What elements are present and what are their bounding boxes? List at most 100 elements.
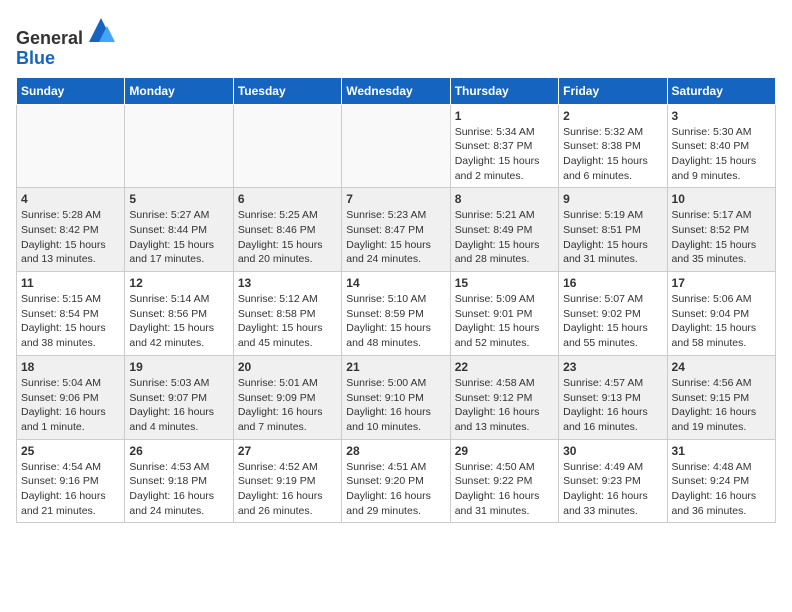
day-number: 13: [238, 276, 337, 290]
calendar-cell: 18 Sunrise: 5:04 AM Sunset: 9:06 PM Dayli…: [17, 355, 125, 439]
day-info: Sunrise: 5:09 AM Sunset: 9:01 PM Dayligh…: [455, 292, 554, 351]
day-number: 5: [129, 192, 228, 206]
week-row-4: 18 Sunrise: 5:04 AM Sunset: 9:06 PM Dayli…: [17, 355, 776, 439]
day-info: Sunrise: 5:34 AM Sunset: 8:37 PM Dayligh…: [455, 125, 554, 184]
logo-blue: Blue: [16, 48, 55, 68]
calendar-cell: 20 Sunrise: 5:01 AM Sunset: 9:09 PM Dayli…: [233, 355, 341, 439]
day-info: Sunrise: 5:25 AM Sunset: 8:46 PM Dayligh…: [238, 208, 337, 267]
day-info: Sunrise: 5:14 AM Sunset: 8:56 PM Dayligh…: [129, 292, 228, 351]
day-info: Sunrise: 5:07 AM Sunset: 9:02 PM Dayligh…: [563, 292, 662, 351]
calendar-cell: 10Sunrise: 5:17 AM Sunset: 8:52 PM Dayli…: [667, 188, 775, 272]
day-info: Sunrise: 5:17 AM Sunset: 8:52 PM Dayligh…: [672, 208, 771, 267]
calendar-cell: 16 Sunrise: 5:07 AM Sunset: 9:02 PM Dayli…: [559, 272, 667, 356]
calendar-table: SundayMondayTuesdayWednesdayThursdayFrid…: [16, 77, 776, 524]
day-info: Sunrise: 4:51 AM Sunset: 9:20 PM Dayligh…: [346, 460, 445, 519]
day-number: 7: [346, 192, 445, 206]
day-number: 9: [563, 192, 662, 206]
day-number: 29: [455, 444, 554, 458]
weekday-header-friday: Friday: [559, 77, 667, 104]
day-number: 4: [21, 192, 120, 206]
day-info: Sunrise: 5:21 AM Sunset: 8:49 PM Dayligh…: [455, 208, 554, 267]
week-row-3: 11 Sunrise: 5:15 AM Sunset: 8:54 PM Dayli…: [17, 272, 776, 356]
weekday-header-thursday: Thursday: [450, 77, 558, 104]
day-number: 14: [346, 276, 445, 290]
day-number: 31: [672, 444, 771, 458]
calendar-cell: [342, 104, 450, 188]
day-number: 17: [672, 276, 771, 290]
calendar-cell: 30Sunrise: 4:49 AM Sunset: 9:23 PM Dayli…: [559, 439, 667, 523]
day-number: 24: [672, 360, 771, 374]
day-number: 8: [455, 192, 554, 206]
calendar-cell: 4 Sunrise: 5:28 AM Sunset: 8:42 PM Daylig…: [17, 188, 125, 272]
day-number: 6: [238, 192, 337, 206]
calendar-cell: 17 Sunrise: 5:06 AM Sunset: 9:04 PM Dayli…: [667, 272, 775, 356]
day-info: Sunrise: 5:15 AM Sunset: 8:54 PM Dayligh…: [21, 292, 120, 351]
week-row-1: 1 Sunrise: 5:34 AM Sunset: 8:37 PM Daylig…: [17, 104, 776, 188]
weekday-header-monday: Monday: [125, 77, 233, 104]
day-number: 23: [563, 360, 662, 374]
day-info: Sunrise: 5:12 AM Sunset: 8:58 PM Dayligh…: [238, 292, 337, 351]
calendar-cell: 27 Sunrise: 4:52 AM Sunset: 9:19 PM Dayli…: [233, 439, 341, 523]
day-info: Sunrise: 5:00 AM Sunset: 9:10 PM Dayligh…: [346, 376, 445, 435]
day-info: Sunrise: 4:58 AM Sunset: 9:12 PM Dayligh…: [455, 376, 554, 435]
calendar-cell: 28 Sunrise: 4:51 AM Sunset: 9:20 PM Dayli…: [342, 439, 450, 523]
day-info: Sunrise: 4:50 AM Sunset: 9:22 PM Dayligh…: [455, 460, 554, 519]
calendar-cell: 31 Sunrise: 4:48 AM Sunset: 9:24 PM Dayli…: [667, 439, 775, 523]
day-number: 11: [21, 276, 120, 290]
day-info: Sunrise: 5:10 AM Sunset: 8:59 PM Dayligh…: [346, 292, 445, 351]
day-number: 3: [672, 109, 771, 123]
day-info: Sunrise: 4:57 AM Sunset: 9:13 PM Dayligh…: [563, 376, 662, 435]
calendar-cell: 24Sunrise: 4:56 AM Sunset: 9:15 PM Dayli…: [667, 355, 775, 439]
week-row-5: 25 Sunrise: 4:54 AM Sunset: 9:16 PM Dayli…: [17, 439, 776, 523]
weekday-header-sunday: Sunday: [17, 77, 125, 104]
calendar-cell: 11 Sunrise: 5:15 AM Sunset: 8:54 PM Dayli…: [17, 272, 125, 356]
day-number: 18: [21, 360, 120, 374]
day-info: Sunrise: 4:52 AM Sunset: 9:19 PM Dayligh…: [238, 460, 337, 519]
calendar-cell: 2 Sunrise: 5:32 AM Sunset: 8:38 PM Daylig…: [559, 104, 667, 188]
day-number: 28: [346, 444, 445, 458]
day-number: 27: [238, 444, 337, 458]
day-info: Sunrise: 5:28 AM Sunset: 8:42 PM Dayligh…: [21, 208, 120, 267]
day-info: Sunrise: 5:32 AM Sunset: 8:38 PM Dayligh…: [563, 125, 662, 184]
day-number: 2: [563, 109, 662, 123]
calendar-cell: 6 Sunrise: 5:25 AM Sunset: 8:46 PM Daylig…: [233, 188, 341, 272]
day-number: 21: [346, 360, 445, 374]
day-info: Sunrise: 4:53 AM Sunset: 9:18 PM Dayligh…: [129, 460, 228, 519]
calendar-cell: 29 Sunrise: 4:50 AM Sunset: 9:22 PM Dayli…: [450, 439, 558, 523]
day-number: 16: [563, 276, 662, 290]
day-info: Sunrise: 5:23 AM Sunset: 8:47 PM Dayligh…: [346, 208, 445, 267]
day-info: Sunrise: 5:01 AM Sunset: 9:09 PM Dayligh…: [238, 376, 337, 435]
weekday-header-saturday: Saturday: [667, 77, 775, 104]
day-number: 1: [455, 109, 554, 123]
weekday-header-wednesday: Wednesday: [342, 77, 450, 104]
day-number: 20: [238, 360, 337, 374]
logo: General Blue: [16, 16, 115, 69]
day-info: Sunrise: 5:30 AM Sunset: 8:40 PM Dayligh…: [672, 125, 771, 184]
calendar-cell: 14 Sunrise: 5:10 AM Sunset: 8:59 PM Dayli…: [342, 272, 450, 356]
day-info: Sunrise: 5:27 AM Sunset: 8:44 PM Dayligh…: [129, 208, 228, 267]
calendar-cell: 22Sunrise: 4:58 AM Sunset: 9:12 PM Dayli…: [450, 355, 558, 439]
week-row-2: 4 Sunrise: 5:28 AM Sunset: 8:42 PM Daylig…: [17, 188, 776, 272]
logo-general: General: [16, 28, 83, 48]
page-header: General Blue: [16, 16, 776, 69]
calendar-cell: 12 Sunrise: 5:14 AM Sunset: 8:56 PM Dayli…: [125, 272, 233, 356]
calendar-cell: 7 Sunrise: 5:23 AM Sunset: 8:47 PM Daylig…: [342, 188, 450, 272]
logo-icon: [87, 16, 115, 44]
calendar-cell: 23 Sunrise: 4:57 AM Sunset: 9:13 PM Dayli…: [559, 355, 667, 439]
weekday-header-row: SundayMondayTuesdayWednesdayThursdayFrid…: [17, 77, 776, 104]
day-number: 25: [21, 444, 120, 458]
calendar-cell: [125, 104, 233, 188]
day-info: Sunrise: 5:06 AM Sunset: 9:04 PM Dayligh…: [672, 292, 771, 351]
day-info: Sunrise: 5:04 AM Sunset: 9:06 PM Dayligh…: [21, 376, 120, 435]
day-info: Sunrise: 4:54 AM Sunset: 9:16 PM Dayligh…: [21, 460, 120, 519]
calendar-cell: 25 Sunrise: 4:54 AM Sunset: 9:16 PM Dayli…: [17, 439, 125, 523]
day-info: Sunrise: 5:19 AM Sunset: 8:51 PM Dayligh…: [563, 208, 662, 267]
day-info: Sunrise: 4:48 AM Sunset: 9:24 PM Dayligh…: [672, 460, 771, 519]
calendar-cell: 1 Sunrise: 5:34 AM Sunset: 8:37 PM Daylig…: [450, 104, 558, 188]
calendar-cell: 15Sunrise: 5:09 AM Sunset: 9:01 PM Dayli…: [450, 272, 558, 356]
calendar-cell: 19Sunrise: 5:03 AM Sunset: 9:07 PM Dayli…: [125, 355, 233, 439]
day-number: 30: [563, 444, 662, 458]
day-number: 12: [129, 276, 228, 290]
calendar-cell: 9 Sunrise: 5:19 AM Sunset: 8:51 PM Daylig…: [559, 188, 667, 272]
calendar-cell: 26Sunrise: 4:53 AM Sunset: 9:18 PM Dayli…: [125, 439, 233, 523]
